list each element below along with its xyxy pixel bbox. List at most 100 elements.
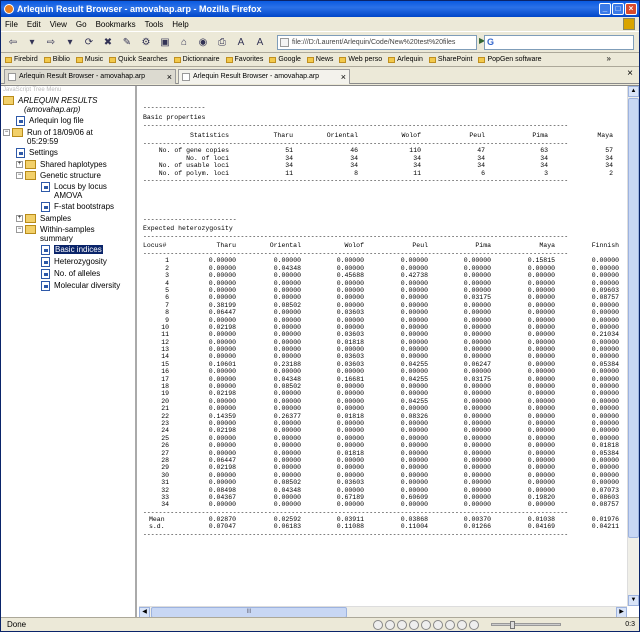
tree-item-shared-haplotypes[interactable]: + Shared haplotypes [3,159,135,170]
bookmark-news[interactable]: News [306,56,333,63]
back-icon[interactable]: ⇦ [5,34,21,50]
table-cell: 0.00000 [591,397,619,405]
bookmark-favorites[interactable]: Favorites [225,56,263,63]
tree-root[interactable]: ARLEQUIN RESULTS (amovahap.arp) [3,95,135,115]
tree-item-samples[interactable]: + Samples [3,213,135,224]
bookmark-quick-searches[interactable]: Quick Searches [109,56,168,63]
close-button[interactable]: × [625,3,637,15]
reload-icon[interactable]: ⟳ [81,34,97,50]
scroll-down-icon[interactable]: ▼ [628,595,639,606]
tree-item-basic-indices[interactable]: Basic indices [3,244,135,256]
tree-item-settings[interactable]: Settings [3,147,135,159]
menu-file[interactable]: File [5,20,18,29]
bookmark-biblio[interactable]: Biblio [43,56,70,63]
status-icon[interactable] [457,620,467,630]
bookmark-arlequin[interactable]: Arlequin [388,56,423,63]
column-header: Maya [597,132,613,139]
table-cell: 0.00000 [400,479,428,487]
scroll-up-icon[interactable]: ▲ [628,86,639,97]
bookmark-dictionnaire[interactable]: Dictionnaire [173,56,220,63]
table-cell: 0.00000 [400,301,428,309]
expand-icon[interactable]: + [16,161,23,168]
volume-slider[interactable] [491,621,561,629]
table-row: 29 0.02198 0.00000 0.00000 0.00000 0.00000 0.0… [143,464,623,471]
bookmark-firebird[interactable]: Firebird [5,56,38,63]
tree-item-run[interactable]: − Run of 18/09/06 at 05:29:59 [3,127,135,147]
locus-number: 30 [161,471,169,479]
dropdown-icon[interactable]: ▾ [62,34,78,50]
minimize-button[interactable]: _ [599,3,611,15]
column-header: Tharu [216,242,236,249]
table-cell: 0.03603 [336,309,364,317]
tab-2[interactable]: Arlequin Result Browser - amovahap.arp × [178,69,350,84]
tree-item-within-samples[interactable]: − Within-samples summary [3,224,135,244]
tab-1[interactable]: Arlequin Result Browser - amovahap.arp × [4,69,176,84]
bookmark-popgen-software[interactable]: PopGen software [478,56,542,63]
table-cell: 0.00000 [400,486,428,494]
row-label: No. of usable loci [158,162,229,170]
font-larger-icon[interactable]: A [233,34,249,50]
tree-item-heterozygosity[interactable]: Heterozygosity [3,256,135,268]
bookmark-google[interactable]: Google [269,56,301,63]
locus-number: 18 [161,383,169,391]
table-row: 33 0.04367 0.00000 0.67189 0.60609 0.00000 0.1… [143,494,623,501]
stop-icon[interactable]: ✖ [100,34,116,50]
forward-icon[interactable]: ⇨ [43,34,59,50]
home-icon[interactable]: ⌂ [176,34,192,50]
tree-item-fstat-bootstraps[interactable]: F-stat bootstraps [3,201,135,213]
table-cell: 0.07073 [591,486,619,494]
table-cell: 0.00000 [591,383,619,391]
edit-icon[interactable]: ✎ [119,34,135,50]
font-smaller-icon[interactable]: A [252,34,268,50]
table-cell: 0.00000 [400,353,428,361]
table-cell: 0.00000 [463,316,491,324]
print-icon[interactable]: ⎙ [214,34,230,50]
tools-icon[interactable]: ⚙ [138,34,154,50]
locus-number: 24 [161,427,169,435]
menu-tools[interactable]: Tools [145,20,164,29]
url-bar[interactable]: file:///D:/Laurent/Arlequin/Code/New%20t… [277,35,477,50]
status-icon[interactable] [385,620,395,630]
collapse-icon[interactable]: − [3,129,10,136]
table-cell: 2 [609,169,613,177]
menu-edit[interactable]: Edit [27,20,41,29]
status-icon[interactable] [469,620,479,630]
dropdown-icon[interactable]: ▾ [24,34,40,50]
status-icon[interactable] [397,620,407,630]
menu-help[interactable]: Help [172,20,188,29]
status-icon[interactable] [421,620,431,630]
table-cell: 0.00000 [208,279,236,287]
bookmark-icon[interactable]: ◉ [195,34,211,50]
menu-bookmarks[interactable]: Bookmarks [96,20,136,29]
maximize-button[interactable]: □ [612,3,624,15]
tree-item-molecular-diversity[interactable]: Molecular diversity [3,280,135,292]
tab-close-icon[interactable]: × [341,70,346,84]
tree-item-no-of-alleles[interactable]: No. of alleles [3,268,135,280]
status-icon[interactable] [433,620,443,630]
menu-view[interactable]: View [50,20,67,29]
collapse-icon[interactable]: − [16,226,23,233]
status-icon[interactable] [373,620,383,630]
status-icon[interactable] [445,620,455,630]
table-cell: 0.16681 [336,375,364,383]
bookmark-sharepoint[interactable]: SharePoint [428,56,472,63]
bookmark-web-perso[interactable]: Web perso [339,56,382,63]
vertical-scrollbar[interactable]: ▲ ▼ [627,86,639,606]
tab-close-icon[interactable]: × [167,70,172,84]
tree-item-locus-amova[interactable]: Locus by locus AMOVA [3,181,135,201]
menu-go[interactable]: Go [76,20,87,29]
vertical-scroll-thumb[interactable] [628,98,639,538]
tree-item-genetic-structure[interactable]: − Genetic structure [3,170,135,181]
table-cell: 0.00000 [336,257,364,265]
bookmark-music[interactable]: Music [75,56,103,63]
expand-icon[interactable]: + [16,215,23,222]
search-input[interactable]: G [484,35,634,50]
status-icon[interactable] [409,620,419,630]
bookmarks-more-button[interactable]: » [607,54,611,63]
slider-knob[interactable] [510,621,515,629]
close-tab-icon[interactable]: × [627,68,633,79]
save-icon[interactable]: ▣ [157,34,173,50]
tree-item-log[interactable]: Arlequin log file [3,115,135,127]
collapse-icon[interactable]: − [16,172,23,179]
table-cell: 0.04348 [273,264,301,272]
